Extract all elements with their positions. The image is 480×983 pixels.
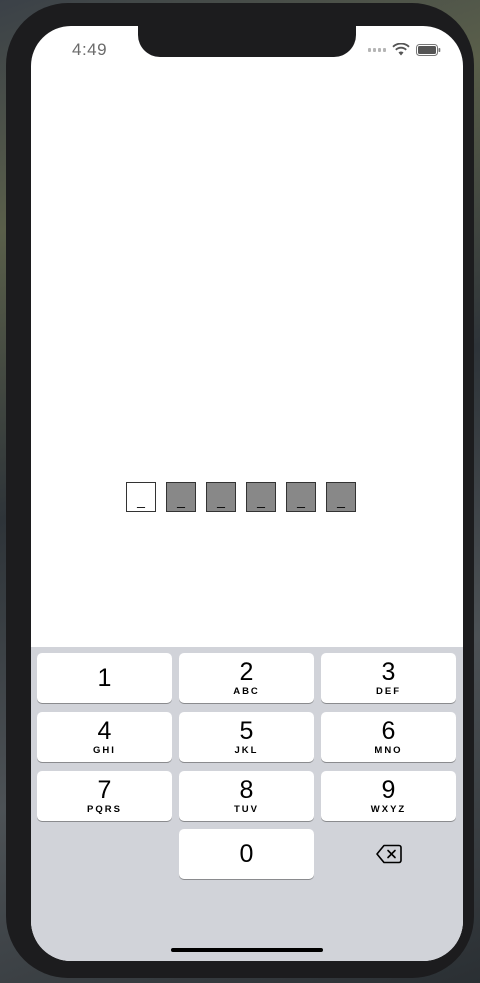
- status-time: 4:49: [72, 40, 108, 59]
- key-letters: MNO: [374, 745, 403, 756]
- key-7[interactable]: 7 PQRS: [37, 771, 172, 821]
- code-digit-2[interactable]: _: [166, 482, 196, 512]
- code-digit-6[interactable]: _: [326, 482, 356, 512]
- key-4[interactable]: 4 GHI: [37, 712, 172, 762]
- phone-screen: 4:49 _ _ _ _ _ _ 1 2 ABC 3 DEF 4 GHI 5 J…: [31, 26, 463, 961]
- key-letters: TUV: [234, 804, 259, 815]
- delete-button[interactable]: [321, 829, 456, 879]
- key-5[interactable]: 5 JKL: [179, 712, 314, 762]
- key-0[interactable]: 0: [179, 829, 314, 879]
- home-indicator[interactable]: [171, 948, 323, 952]
- code-digit-3[interactable]: _: [206, 482, 236, 512]
- key-1[interactable]: 1: [37, 653, 172, 703]
- key-number: 9: [381, 776, 396, 804]
- key-letters: DEF: [376, 686, 401, 697]
- key-number: 6: [381, 717, 396, 745]
- key-number: 0: [239, 840, 254, 868]
- key-number: 5: [239, 717, 254, 745]
- key-3[interactable]: 3 DEF: [321, 653, 456, 703]
- signal-icon: [368, 47, 386, 52]
- code-digit-5[interactable]: _: [286, 482, 316, 512]
- verification-code-input[interactable]: _ _ _ _ _ _: [126, 482, 356, 512]
- notch: [138, 26, 356, 57]
- backspace-icon: [375, 844, 402, 864]
- phone-frame: 4:49 _ _ _ _ _ _ 1 2 ABC 3 DEF 4 GHI 5 J…: [6, 3, 474, 978]
- key-8[interactable]: 8 TUV: [179, 771, 314, 821]
- key-number: 7: [97, 776, 112, 804]
- code-digit-1[interactable]: _: [126, 482, 156, 512]
- key-9[interactable]: 9 WXYZ: [321, 771, 456, 821]
- numeric-keypad: 1 2 ABC 3 DEF 4 GHI 5 JKL 6 MNO 7 PQRS 8…: [31, 647, 463, 961]
- key-letters: PQRS: [87, 804, 122, 815]
- key-letters: WXYZ: [370, 804, 407, 815]
- status-icons: [368, 43, 441, 56]
- code-digit-4[interactable]: _: [246, 482, 276, 512]
- key-letters: ABC: [233, 686, 260, 697]
- key-number: 4: [97, 717, 112, 745]
- key-number: 3: [381, 658, 396, 686]
- key-number: 2: [239, 658, 254, 686]
- key-letters: JKL: [234, 745, 259, 756]
- key-number: 1: [97, 664, 112, 692]
- key-2[interactable]: 2 ABC: [179, 653, 314, 703]
- wifi-icon: [392, 43, 410, 56]
- key-number: 8: [239, 776, 254, 804]
- battery-icon: [416, 43, 441, 56]
- key-letters: GHI: [93, 745, 116, 756]
- key-6[interactable]: 6 MNO: [321, 712, 456, 762]
